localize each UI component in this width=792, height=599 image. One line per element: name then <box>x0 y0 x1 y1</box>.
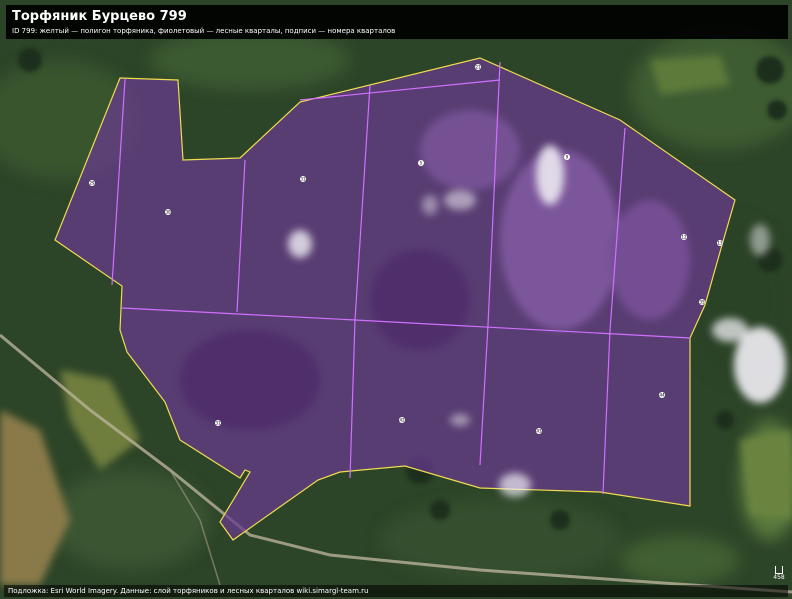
map-header: Торфяник Бурцево 799 ID 799: желтый — по… <box>6 5 788 39</box>
quarter-label[interactable]: 31 <box>215 420 221 426</box>
quarter-label-text: 29 <box>89 181 95 186</box>
scale-indicator: 458 <box>772 560 786 582</box>
svg-text:9: 9 <box>566 155 569 160</box>
svg-text:13: 13 <box>717 241 723 246</box>
quarter-label[interactable]: 35 <box>699 299 705 305</box>
quarter-label[interactable]: 42 <box>399 417 405 423</box>
svg-text:5: 5 <box>420 161 423 166</box>
svg-text:12: 12 <box>681 235 687 240</box>
svg-text:43: 43 <box>536 429 542 434</box>
satellite-map[interactable]: 29 30 31 5 9 21 12 13 35 31 42 43 44 <box>0 0 792 599</box>
scale-label: 458 <box>773 574 785 581</box>
svg-text:42: 42 <box>399 418 405 423</box>
quarter-label[interactable]: 43 <box>536 428 542 434</box>
quarter-label[interactable]: 31 <box>300 176 306 182</box>
quarter-label[interactable]: 44 <box>659 392 665 398</box>
svg-text:31: 31 <box>300 177 306 182</box>
attribution-text: Подложка: Esri World Imagery. Данные: сл… <box>8 587 369 595</box>
map-footer: Подложка: Esri World Imagery. Данные: сл… <box>4 585 788 597</box>
quarter-label[interactable]: 9 <box>564 154 570 160</box>
svg-text:31: 31 <box>215 421 221 426</box>
quarter-label[interactable]: 13 <box>717 240 723 246</box>
svg-text:21: 21 <box>475 65 481 70</box>
quarter-label[interactable]: 5 <box>418 160 424 166</box>
map-title: Торфяник Бурцево 799 <box>12 9 187 24</box>
map-subtitle: ID 799: желтый — полигон торфяника, фиол… <box>12 27 396 35</box>
svg-text:44: 44 <box>659 393 665 398</box>
quarter-label[interactable]: 29 <box>89 180 95 186</box>
quarter-label[interactable]: 21 <box>475 64 481 70</box>
quarter-label[interactable]: 12 <box>681 234 687 240</box>
quarter-label[interactable]: 30 <box>165 209 171 215</box>
svg-text:35: 35 <box>699 300 705 305</box>
scale-bar <box>775 566 783 574</box>
svg-text:30: 30 <box>165 210 171 215</box>
